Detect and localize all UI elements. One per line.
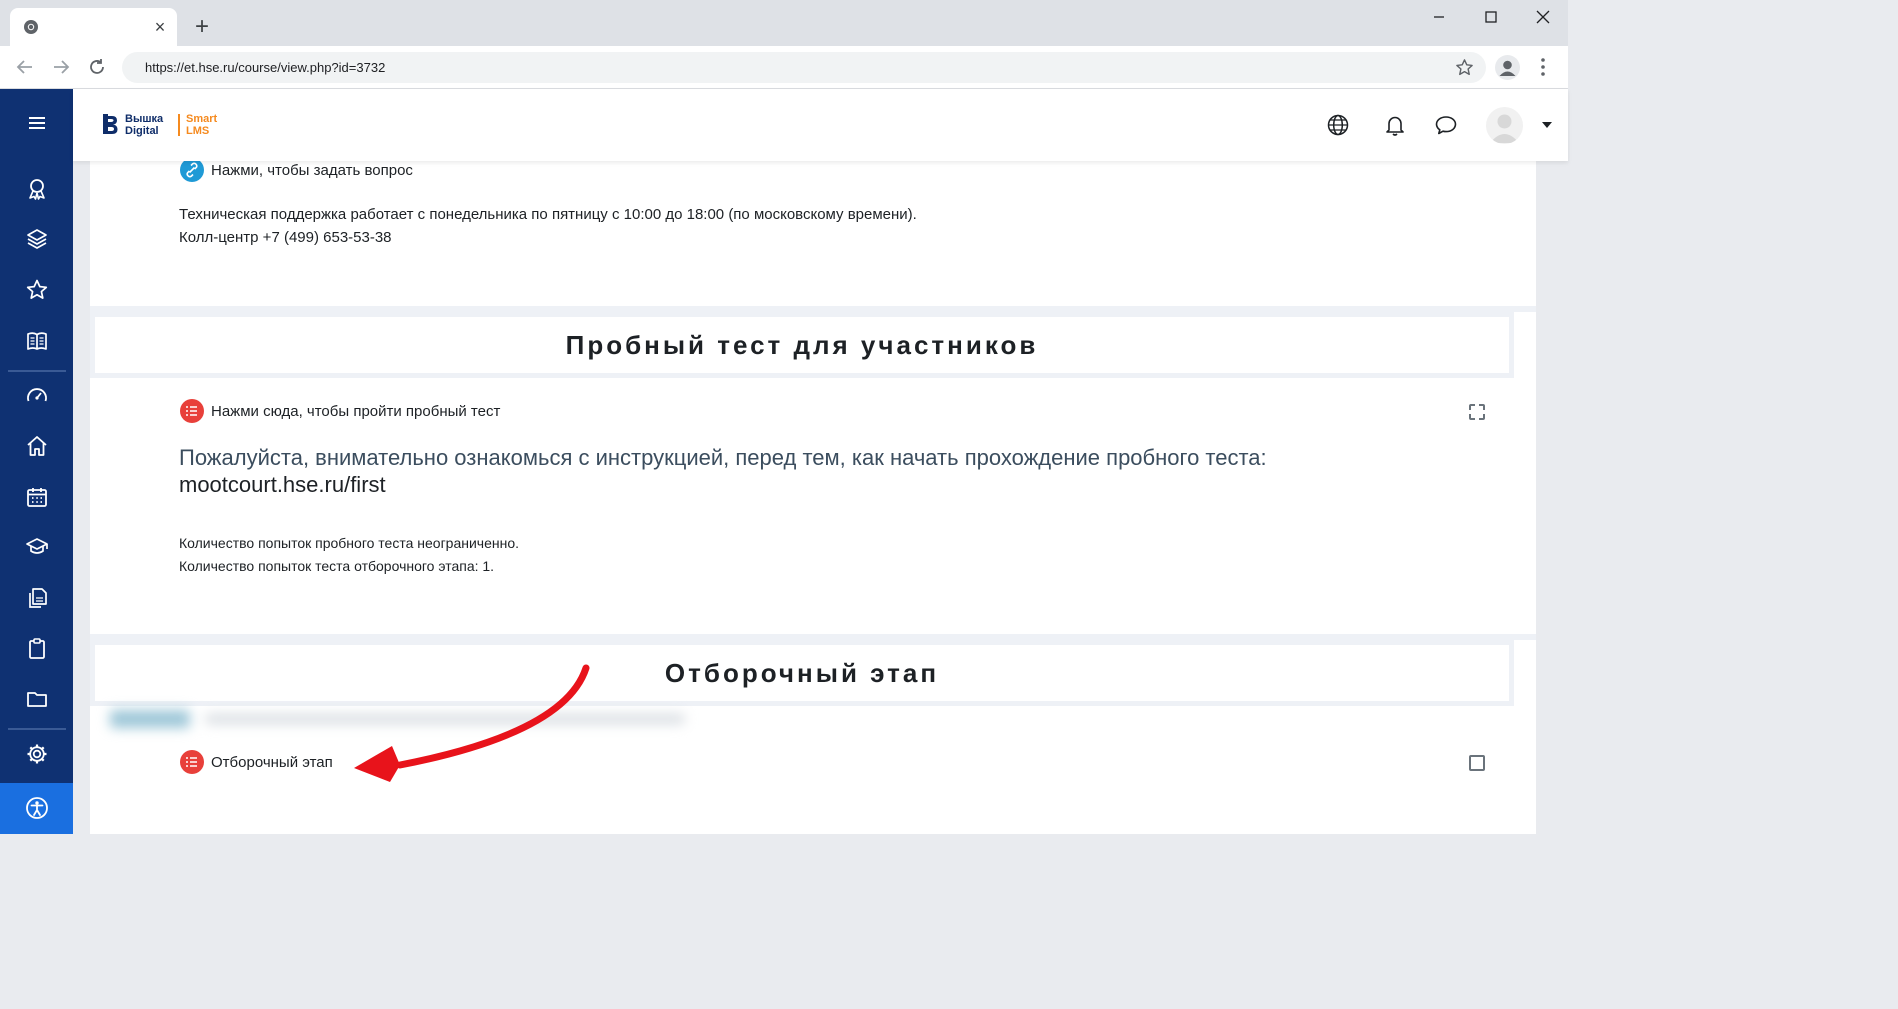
quiz-activity-icon — [180, 750, 204, 774]
browser-profile-icon[interactable] — [1495, 55, 1520, 80]
instruction-url[interactable]: mootcourt.hse.ru/first — [179, 472, 386, 498]
address-bar: https://et.hse.ru/course/view.php?id=373… — [0, 46, 1568, 89]
url-omnibox[interactable]: https://et.hse.ru/course/view.php?id=373… — [122, 52, 1486, 83]
sidebar-divider — [8, 370, 66, 372]
url-text[interactable]: https://et.hse.ru/course/view.php?id=373… — [145, 60, 385, 75]
maximize-icon[interactable] — [1476, 6, 1506, 28]
support-hours-text: Техническая поддержка работает с понедел… — [179, 206, 917, 223]
layers-icon[interactable] — [25, 227, 49, 251]
menu-icon[interactable] — [25, 111, 49, 135]
forward-icon[interactable] — [50, 56, 72, 78]
course-content: Нажми, чтобы задать вопрос Техническая п… — [90, 158, 1536, 834]
annotation-arrow — [354, 664, 590, 782]
final-attempts-text: Количество попыток теста отборочного эта… — [179, 558, 495, 574]
trial-test-link[interactable]: Нажми сюда, чтобы пройти пробный тест — [211, 403, 500, 420]
bookmark-star-icon[interactable] — [1455, 58, 1474, 77]
left-sidebar — [0, 89, 73, 834]
clipboard-icon[interactable] — [25, 636, 49, 660]
logo-text-line2: Digital — [125, 125, 159, 137]
instruction-text: Пожалуйста, внимательно ознакомься с инс… — [179, 445, 1267, 470]
book-icon[interactable] — [25, 329, 49, 353]
sidebar-divider — [8, 728, 66, 730]
accessibility-button[interactable] — [0, 783, 73, 834]
completion-checkbox-trial[interactable] — [1469, 404, 1485, 420]
award-icon[interactable] — [25, 177, 49, 201]
browser-tab[interactable]: × — [10, 8, 177, 46]
new-tab-button[interactable]: + — [190, 15, 214, 40]
completion-checkbox-selection[interactable] — [1469, 755, 1485, 771]
top-navbar: Вышка Digital Smart LMS — [73, 89, 1568, 161]
folder-icon[interactable] — [25, 687, 49, 711]
quiz-activity-icon — [180, 399, 204, 423]
tab-close-icon[interactable]: × — [150, 17, 170, 37]
globe-icon[interactable] — [1326, 113, 1350, 137]
close-window-icon[interactable] — [1528, 6, 1558, 28]
url-activity-icon — [180, 158, 204, 182]
selection-stage-link[interactable]: Отборочный этап — [211, 754, 333, 771]
bell-icon[interactable] — [1383, 113, 1407, 137]
logo-separator — [178, 114, 180, 136]
reload-icon[interactable] — [86, 56, 108, 78]
back-icon[interactable] — [14, 56, 36, 78]
dashboard-icon[interactable] — [25, 384, 49, 408]
call-center-text: Колл-центр +7 (499) 653-53-38 — [179, 229, 392, 246]
calendar-icon[interactable] — [25, 485, 49, 509]
chrome-favicon-icon — [24, 20, 38, 34]
section-title-trial: Пробный тест для участников — [90, 312, 1514, 378]
graduation-cap-icon[interactable] — [25, 535, 49, 559]
star-icon[interactable] — [25, 278, 49, 302]
section-title-selection: Отборочный этап — [90, 640, 1514, 706]
trial-attempts-text: Количество попыток пробного теста неогра… — [179, 535, 520, 551]
accessibility-icon — [26, 797, 48, 819]
user-avatar-icon[interactable] — [1486, 107, 1523, 144]
browser-menu-icon[interactable] — [1533, 56, 1553, 78]
browser-tabstrip: × + — [0, 0, 1568, 46]
files-icon[interactable] — [25, 586, 49, 610]
chat-icon[interactable] — [1434, 113, 1458, 137]
logo-text-line1: Вышка — [125, 113, 164, 125]
logo-lms-text: LMS — [186, 125, 210, 137]
hse-logo-icon — [103, 114, 118, 134]
gear-icon[interactable] — [25, 742, 49, 766]
ask-question-link[interactable]: Нажми, чтобы задать вопрос — [211, 162, 413, 179]
minimize-icon[interactable] — [1424, 6, 1454, 28]
caret-down-icon[interactable] — [1542, 122, 1552, 128]
home-icon[interactable] — [25, 434, 49, 458]
logo-smart-text: Smart — [186, 113, 218, 125]
